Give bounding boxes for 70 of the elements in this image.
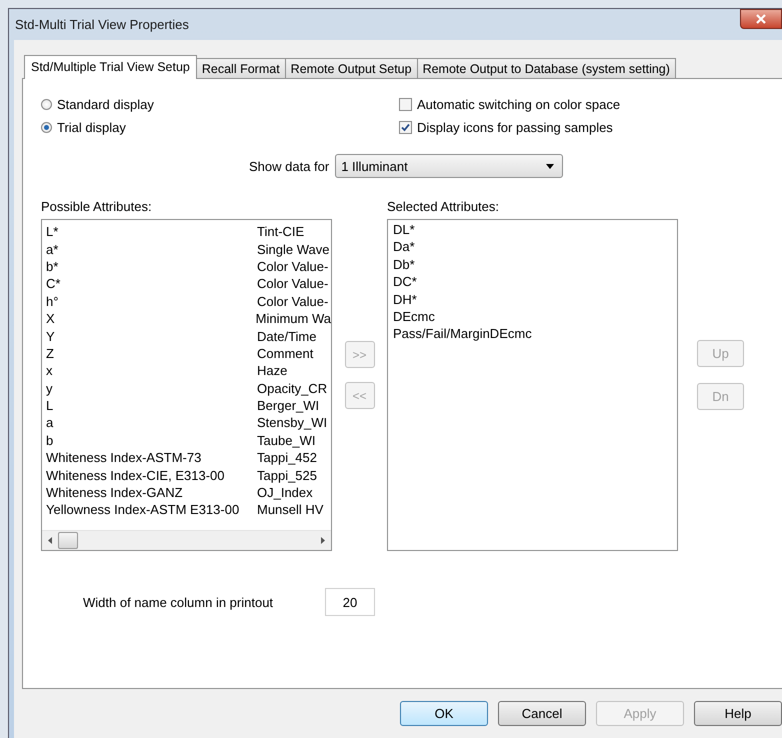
list-item[interactable]: Berger_WI [257,398,320,414]
window-title: Std-Multi Trial View Properties [15,17,189,32]
list-item[interactable]: Date/Time [257,328,316,344]
horizontal-scrollbar[interactable] [42,530,331,550]
list-item[interactable]: y [46,380,52,396]
dialog-button[interactable]: Help [694,701,782,726]
list-item[interactable]: Color Value- [257,294,328,309]
list-item[interactable]: b* [46,258,58,274]
list-item[interactable]: C* [46,276,60,292]
list-item[interactable]: Munsell HV [257,502,324,518]
checkbox[interactable] [399,98,412,111]
radio-label[interactable]: Trial display [57,120,126,135]
list-item[interactable]: Stensby_WI [257,415,328,430]
list-item[interactable]: DH* [393,290,677,308]
tab[interactable]: Recall Format [196,58,286,78]
width-label: Width of name column in printout [83,594,274,610]
tab[interactable]: Std/Multiple Trial View Setup [24,55,197,79]
list-item[interactable]: Whiteness Index-GANZ [46,485,183,500]
list-item[interactable]: Y [46,328,55,344]
list-item[interactable]: b [46,432,54,448]
radio-label[interactable]: Standard display [57,97,154,112]
list-item[interactable]: Haze [257,363,288,378]
list-item[interactable]: Tappi_452 [257,450,317,466]
list-item[interactable]: X [46,311,55,326]
list-item[interactable]: Whiteness Index-ASTM-73 [46,450,202,466]
list-item[interactable]: DEcmc [393,308,677,326]
scroll-right-icon[interactable] [321,537,325,544]
close-button[interactable] [740,9,782,29]
list-item[interactable]: Color Value- [257,258,328,274]
list-item[interactable]: Minimum Wa [256,311,331,326]
list-item[interactable]: L [46,398,54,414]
scroll-thumb[interactable] [58,532,78,549]
list-item[interactable]: DC* [393,273,677,291]
list-label: Selected Attributes: [387,199,500,214]
radio-button[interactable] [41,99,52,110]
list-item[interactable]: Whiteness Index-CIE, E313-00 [46,468,224,483]
show-data-label: Show data for [249,158,330,174]
list-item[interactable]: Pass/Fail/MarginDEcmc [393,325,677,343]
list-item[interactable]: a [46,415,54,430]
list-item[interactable]: DL* [393,221,677,238]
width-input[interactable]: 20 [325,588,375,616]
illuminant-dropdown[interactable]: 1 Illuminant [335,154,564,178]
list-item[interactable]: Taube_WI [257,432,316,448]
list-item[interactable]: Single Wave [257,242,330,257]
checkbox-label[interactable]: Display icons for passing samples [417,120,613,135]
list-item[interactable]: a* [46,242,58,257]
list-item[interactable]: Db* [393,256,677,274]
list-item[interactable]: Comment [257,346,314,361]
list-item[interactable]: L* [46,224,58,240]
checkbox-label[interactable]: Automatic switching on color space [417,97,620,112]
list-item[interactable]: Tint-CIE [257,224,304,240]
dialog-button[interactable]: Cancel [498,701,586,726]
list-item[interactable]: OJ_Index [257,485,313,500]
tab[interactable]: Remote Output Setup [284,58,418,78]
dropdown-arrow-icon [546,164,554,168]
checkbox[interactable] [399,121,412,134]
radio-button[interactable] [41,122,52,133]
list-item[interactable]: h° [46,294,58,309]
list-item[interactable]: Tappi_525 [257,468,317,483]
list-item[interactable]: Z [46,346,54,361]
tab[interactable]: Remote Output to Database (system setting) [416,58,676,78]
list-label: Possible Attributes: [41,199,153,214]
close-icon [756,14,766,24]
dialog-button[interactable]: OK [400,701,488,726]
scroll-left-icon[interactable] [48,537,52,544]
list-item[interactable]: Opacity_CR [257,380,328,396]
list-item[interactable]: Color Value- [257,276,328,292]
list-item[interactable]: Yellowness Index-ASTM E313-00 [46,502,240,518]
list-item[interactable]: x [46,363,52,378]
list-item[interactable]: Da* [393,238,677,256]
